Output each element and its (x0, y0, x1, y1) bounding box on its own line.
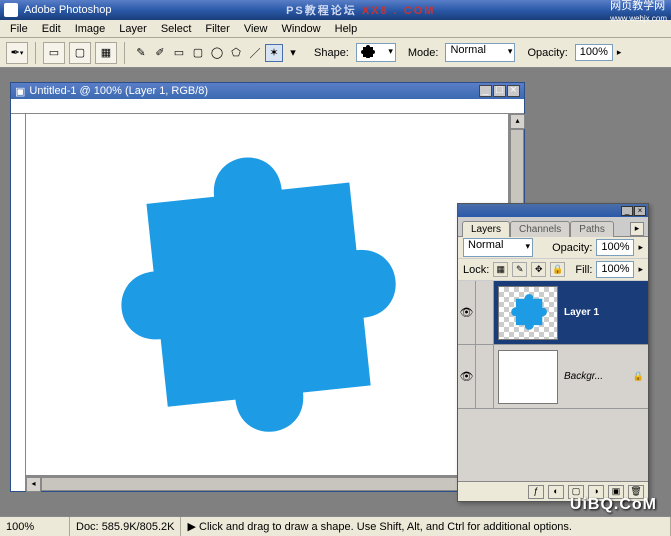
lock-label: Lock: (463, 264, 489, 276)
blend-row: Normal Opacity: 100% ▸ (458, 237, 648, 259)
layer-mask-icon[interactable]: ◐ (548, 485, 564, 499)
menu-bar: File Edit Image Layer Select Filter View… (0, 20, 671, 38)
doc-close-button[interactable]: × (507, 85, 520, 97)
shape-label: Shape: (314, 47, 349, 59)
layer-name[interactable]: Layer 1 (562, 307, 648, 318)
rectangle-icon[interactable]: ▭ (170, 44, 188, 62)
menu-layer[interactable]: Layer (113, 22, 153, 36)
layer-style-icon[interactable]: ƒ (528, 485, 544, 499)
lock-icon: 🔒 (633, 371, 644, 382)
layer-thumbnail[interactable] (498, 286, 558, 340)
document-window: ▣ Untitled-1 @ 100% (Layer 1, RGB/8) _ □… (10, 82, 525, 492)
divider (124, 42, 125, 64)
titlebar-right: 网页教学网 www.webjx.com (610, 0, 667, 24)
menu-window[interactable]: Window (276, 22, 327, 36)
freeform-pen-icon[interactable]: ✐ (151, 44, 169, 62)
layer-opacity-label: Opacity: (552, 242, 592, 254)
watermark-text: UiBQ.CoM (570, 496, 657, 514)
lock-position-icon[interactable]: ✥ (531, 262, 546, 277)
app-titlebar: Adobe Photoshop PS教程论坛 XX8 . COM 网页教学网 w… (0, 0, 671, 20)
custom-shape-icon[interactable]: ✶ (265, 44, 283, 62)
visibility-toggle-icon[interactable]: 👁 (458, 281, 476, 344)
document-title-text: Untitled-1 @ 100% (Layer 1, RGB/8) (29, 85, 208, 97)
lock-pixels-icon[interactable]: ✎ (512, 262, 527, 277)
tab-channels[interactable]: Channels (510, 221, 570, 237)
opacity-field[interactable]: 100% (575, 44, 613, 61)
menu-view[interactable]: View (238, 22, 274, 36)
mode-label: Mode: (408, 47, 439, 59)
scrollbar-horizontal[interactable]: ◂ ▸ (26, 476, 509, 491)
shape-layer-mode-icon[interactable]: ▭ (43, 42, 65, 64)
menu-help[interactable]: Help (329, 22, 364, 36)
shape-tools-group: ✎ ✐ ▭ ▢ ◯ ⬠ ／ ✶ ▾ (132, 44, 302, 62)
layer-opacity-field[interactable]: 100% (596, 239, 634, 256)
tab-layers[interactable]: Layers (462, 221, 510, 237)
zoom-level-field[interactable]: 100% (0, 517, 70, 536)
layer-row[interactable]: 👁 Layer 1 (458, 281, 648, 345)
menu-file[interactable]: File (4, 22, 34, 36)
link-column[interactable] (476, 345, 494, 408)
panel-tabs: Layers Channels Paths ▸ (458, 217, 648, 237)
opacity-flyout-icon[interactable]: ▸ (638, 242, 643, 253)
link-column[interactable] (476, 281, 494, 344)
opacity-label: Opacity: (527, 47, 567, 59)
panel-titlebar[interactable]: _ × (458, 204, 648, 217)
lock-transparency-icon[interactable]: ▦ (493, 262, 508, 277)
document-icon: ▣ (15, 85, 25, 98)
polygon-icon[interactable]: ⬠ (227, 44, 245, 62)
menu-select[interactable]: Select (155, 22, 198, 36)
doc-maximize-button[interactable]: □ (493, 85, 506, 97)
line-icon[interactable]: ／ (246, 44, 264, 62)
shape-options-dropdown-icon[interactable]: ▾ (284, 44, 302, 62)
panel-menu-icon[interactable]: ▸ (630, 222, 644, 236)
puzzle-shape (44, 115, 457, 476)
panel-close-button[interactable]: × (634, 206, 646, 216)
fill-label: Fill: (575, 264, 592, 276)
titlebar-center-text: PS教程论坛 XX8 . COM (117, 2, 604, 18)
menu-edit[interactable]: Edit (36, 22, 67, 36)
visibility-toggle-icon[interactable]: 👁 (458, 345, 476, 408)
path-mode-icon[interactable]: ▢ (69, 42, 91, 64)
document-titlebar[interactable]: ▣ Untitled-1 @ 100% (Layer 1, RGB/8) _ □… (11, 83, 524, 99)
photoshop-icon (4, 3, 18, 17)
app-name: Adobe Photoshop (24, 4, 111, 16)
status-hint: ▶ Click and drag to draw a shape. Use Sh… (181, 517, 671, 536)
doc-minimize-button[interactable]: _ (479, 85, 492, 97)
ruler-horizontal[interactable] (11, 99, 524, 114)
layer-name[interactable]: Backgr... (562, 371, 633, 382)
doc-size-info[interactable]: Doc: 585.9K/805.2K (70, 517, 181, 536)
fill-pixels-mode-icon[interactable]: ▦ (95, 42, 117, 64)
layer-thumbnail[interactable] (498, 350, 558, 404)
layer-blend-mode-select[interactable]: Normal (463, 238, 533, 257)
tab-paths[interactable]: Paths (570, 221, 614, 237)
opacity-flyout-icon[interactable]: ▸ (617, 47, 622, 58)
blend-mode-select[interactable]: Normal (445, 43, 515, 62)
scroll-up-icon[interactable]: ▴ (510, 114, 525, 129)
lock-row: Lock: ▦ ✎ ✥ 🔒 Fill: 100% ▸ (458, 259, 648, 281)
pen-icon[interactable]: ✎ (132, 44, 150, 62)
rounded-rectangle-icon[interactable]: ▢ (189, 44, 207, 62)
ruler-vertical[interactable] (11, 114, 26, 491)
layer-list: 👁 Layer 1 👁 Backgr... 🔒 (458, 281, 648, 481)
ellipse-icon[interactable]: ◯ (208, 44, 226, 62)
fill-flyout-icon[interactable]: ▸ (638, 264, 643, 275)
workspace: ▣ Untitled-1 @ 100% (Layer 1, RGB/8) _ □… (0, 68, 671, 516)
menu-filter[interactable]: Filter (199, 22, 235, 36)
layers-panel: _ × Layers Channels Paths ▸ Normal Opaci… (457, 203, 649, 502)
layer-row[interactable]: 👁 Backgr... 🔒 (458, 345, 648, 409)
scroll-left-icon[interactable]: ◂ (26, 477, 41, 492)
divider (35, 42, 36, 64)
fill-field[interactable]: 100% (596, 261, 634, 278)
status-bar: 100% Doc: 585.9K/805.2K ▶ Click and drag… (0, 516, 671, 536)
shape-picker[interactable] (356, 43, 396, 62)
menu-image[interactable]: Image (69, 22, 112, 36)
tool-preset-icon[interactable]: ✒▾ (6, 42, 28, 64)
options-bar: ✒▾ ▭ ▢ ▦ ✎ ✐ ▭ ▢ ◯ ⬠ ／ ✶ ▾ Shape: Mode: … (0, 38, 671, 68)
panel-minimize-button[interactable]: _ (621, 206, 633, 216)
canvas[interactable] (26, 114, 509, 476)
lock-all-icon[interactable]: 🔒 (550, 262, 565, 277)
